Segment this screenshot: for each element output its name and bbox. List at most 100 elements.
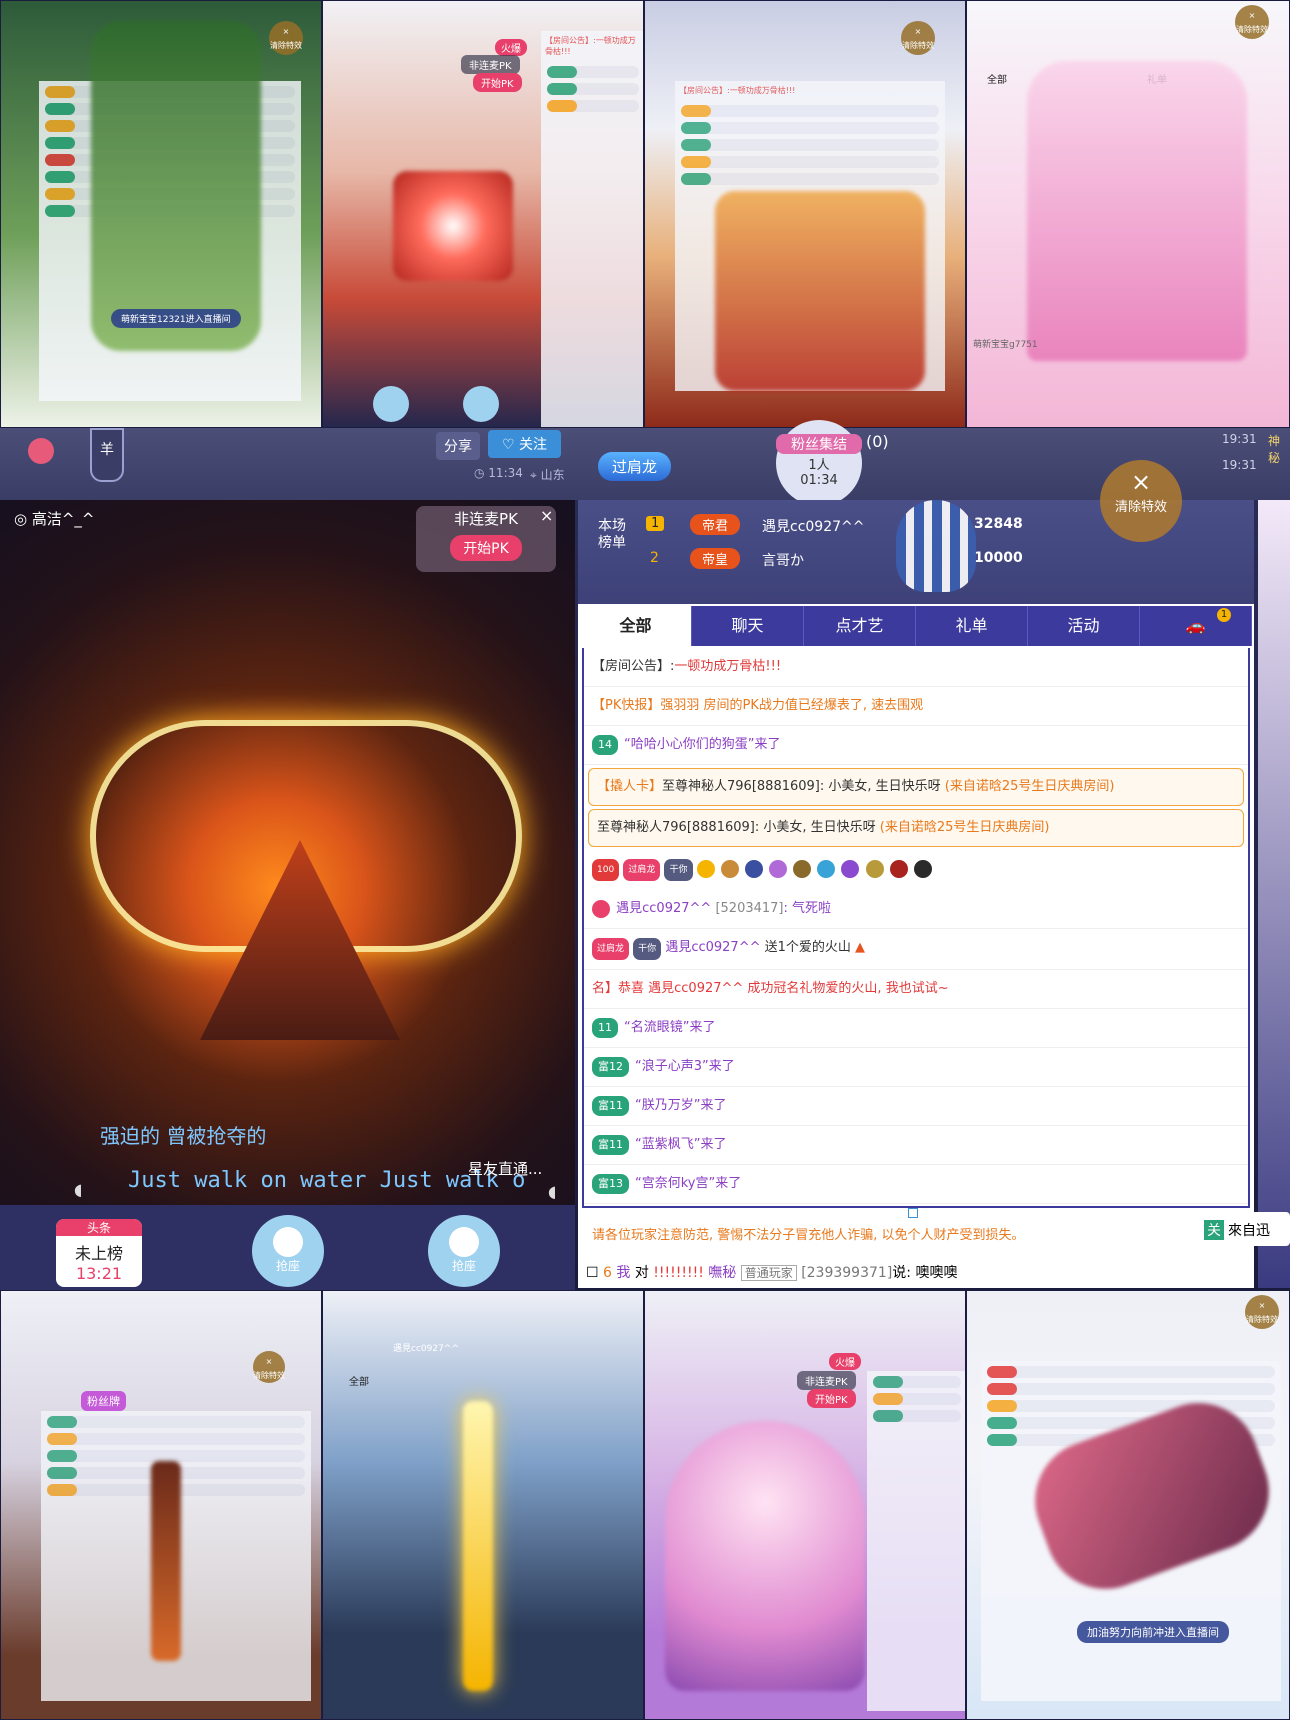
scroll-handle[interactable] <box>908 1208 918 1218</box>
tower-effect <box>463 1401 493 1691</box>
preview-chat: 【房间公告】:一顿功成万骨枯!!! <box>541 31 643 427</box>
rank-card[interactable]: 头条 未上榜 13:21 <box>56 1219 142 1287</box>
start-pk-button[interactable]: 开始PK <box>450 535 522 561</box>
v-icon <box>793 859 812 878</box>
enter-message: 富12 “浪子心声3”来了 <box>584 1048 1248 1087</box>
chat-messages[interactable]: 【房间公告】:一顿功成万骨枯!!! 【PK快报】强羽羽 房间的PK战力值已经爆表… <box>582 648 1250 1208</box>
pk-news: 【PK快报】强羽羽 房间的PK战力值已经爆表了, 速去围观 <box>584 687 1248 726</box>
enter-banner: 萌新宝宝12321进入直播间 <box>111 309 241 328</box>
clear-effects-button[interactable]: × 清除特效 <box>901 21 935 55</box>
seat-button[interactable]: 抢座 <box>252 1215 324 1287</box>
lyric-cn: 强迫的 曾被抢夺的 <box>100 1124 267 1148</box>
rank-name: 言哥か <box>762 553 804 569</box>
preview-tile-8[interactable]: × 清除特效 加油努力向前冲进入直播间 <box>966 1290 1290 1720</box>
tab-chat[interactable]: 聊天 <box>692 606 804 646</box>
volcano-icon: ▲ <box>855 940 866 955</box>
logo-icon: ◎ <box>14 510 32 528</box>
follow-button[interactable]: ♡ 关注 <box>488 430 562 458</box>
preview-tile-3[interactable]: 【房间公告】:一顿功成万骨枯!!! × 清除特效 <box>644 0 966 428</box>
preview-tile-7[interactable]: 火爆 非连麦PK 开始PK <box>644 1290 966 1720</box>
start-pk-button[interactable]: 开始PK <box>807 1389 856 1408</box>
pk-box: 非连麦PK 开始PK <box>416 506 556 572</box>
location-icon: ⌖ <box>530 468 541 482</box>
tab-car[interactable]: 🚗 1 <box>1140 606 1252 646</box>
preview-tile-6[interactable]: 全部 遇見cc0927^^ <box>322 1290 644 1720</box>
preview-chat <box>867 1371 965 1711</box>
palace-effect <box>715 191 925 391</box>
seat-button[interactable]: 抢座 <box>428 1215 500 1287</box>
preview-tile-4[interactable]: 全部 礼单 ×清除特效 萌新宝宝g7751 <box>966 0 1290 428</box>
watermark: 星友直通... <box>468 1160 543 1178</box>
avatar-icon <box>449 1227 479 1257</box>
right-side-panel <box>1258 500 1290 1288</box>
badge-row: 100 过肩龙 干你 <box>584 850 1248 890</box>
bamboo-effect <box>91 21 261 351</box>
tab-all[interactable]: 全部 <box>987 71 1007 86</box>
bottom-message: ☐ 6 我 对 !!!!!!!!! 嘸秘 普通玩家 [239399371]说: … <box>586 1265 958 1281</box>
love-volcano-effect <box>90 680 522 1040</box>
preview-tile-5[interactable]: 粉丝牌 × 清除特效 <box>0 1290 322 1720</box>
shield-icon <box>744 859 763 878</box>
avatar-icon <box>273 1227 303 1257</box>
volume-icon-right[interactable]: ◖ <box>548 1182 556 1201</box>
enter-message: 11 “名流眼镜”来了 <box>584 1009 1248 1048</box>
host-nickname[interactable]: 过肩龙 <box>598 452 672 481</box>
clear-effects-button[interactable]: × 清除特效 <box>269 21 303 55</box>
tab-all[interactable]: 全部 <box>580 606 692 646</box>
rank-name: 遇見cc0927^^ <box>762 519 865 535</box>
clear-effects-button[interactable]: × 清除特效 <box>1235 5 1269 39</box>
start-pk-button[interactable]: 开始PK <box>473 73 522 92</box>
close-icon[interactable]: × <box>540 506 553 525</box>
share-button[interactable]: 分享 <box>436 432 480 460</box>
volume-icon[interactable]: ◖ <box>74 1180 82 1199</box>
tab-gifts[interactable]: 礼单 <box>916 606 1028 646</box>
heart-badge-icon <box>592 899 610 918</box>
sword-effect <box>151 1461 181 1661</box>
title-message: 名】恭喜 遇見cc0927^^ 成功冠名礼物爱的火山, 我也试试~ <box>584 970 1248 1009</box>
top-bar: 羊 分享 ♡ 关注 ◷ 11:34 ⌖ 山东 过肩龙 粉丝集结 1人 01:34… <box>0 420 1290 506</box>
clear-effects-button[interactable]: × 清除特效 <box>1245 1295 1279 1329</box>
tab-badge: 1 <box>1217 608 1231 622</box>
fire-badge: 火爆 <box>829 1353 861 1370</box>
fraud-warning: 请各位玩家注意防范, 警惕不法分子冒充他人诈骗, 以免个人财产受到损失。 <box>592 1228 1025 1243</box>
ring-icon <box>817 859 836 878</box>
preview-tile-1[interactable]: × 清除特效 萌新宝宝12321进入直播间 <box>0 0 322 428</box>
rich-icon <box>913 859 932 878</box>
heart-icon: ♡ <box>502 437 520 453</box>
checkbox-icon[interactable]: ☐ <box>586 1265 603 1281</box>
invite-card[interactable]: 至尊神秘人796[8881609]: 小美女, 生日快乐呀 (来自诺晗25号生日… <box>588 809 1244 847</box>
clear-effects-button[interactable]: × 清除特效 <box>253 1351 285 1383</box>
preview-tile-2[interactable]: 火爆 非连麦PK 开始PK 【房间公告】:一顿功成万骨枯!!! <box>322 0 644 428</box>
speech-message: 遇見cc0927^^ [5203417]: 气死啦 <box>584 890 1248 929</box>
tab-all[interactable]: 全部 <box>349 1373 369 1388</box>
wings-icon <box>769 859 788 878</box>
star-icon <box>841 859 860 878</box>
chat-panel: 本场榜单 1 帝君 遇見cc0927^^ 32848 2 帝皇 言哥か 1000… <box>578 460 1254 1350</box>
tab-talent[interactable]: 点才艺 <box>804 606 916 646</box>
clock-icon: ◷ <box>474 466 489 480</box>
rank-score: 32848 <box>974 516 1023 532</box>
seat-bar: 头条 未上榜 13:21 抢座 抢座 <box>0 1205 575 1290</box>
clear-effects-button[interactable]: × 清除特效 <box>1100 460 1182 542</box>
seat-icon[interactable] <box>463 386 499 422</box>
seat-icon[interactable] <box>373 386 409 422</box>
announcement: 【房间公告】:一顿功成万骨枯!!! <box>584 648 1248 687</box>
gift-box-effect <box>393 171 513 281</box>
follow-source[interactable]: 关來自迅 <box>1200 1212 1290 1246</box>
live-room-main: 羊 分享 ♡ 关注 ◷ 11:34 ⌖ 山东 过肩龙 粉丝集结 1人 01:34… <box>0 420 1290 1350</box>
balloon-icon <box>28 438 54 464</box>
god-label: 神秘 <box>1268 434 1281 465</box>
dynamics-count: (0) <box>866 432 889 451</box>
video-stream[interactable]: ◎ 高洁^_^ 非连麦PK 开始PK × 强迫的 曾被抢夺的 Just walk… <box>0 500 575 1205</box>
pk-label: 非连麦PK <box>797 1371 856 1390</box>
ranking-panel: 本场榜单 1 帝君 遇見cc0927^^ 32848 2 帝皇 言哥か 1000… <box>578 460 1254 604</box>
fans-gathering[interactable]: 粉丝集结 1人 01:34 <box>776 420 862 506</box>
trophy-icon <box>865 859 884 878</box>
fire-badge: 火爆 <box>495 39 527 56</box>
gift-message: 过肩龙 干你 遇見cc0927^^ 送1个爱的火山 ▲ <box>584 929 1248 970</box>
enter-banner: 萌新宝宝g7751 <box>973 340 1038 350</box>
tab-events[interactable]: 活动 <box>1028 606 1140 646</box>
rank-number: 2 <box>650 550 659 566</box>
invite-card[interactable]: 【撬人卡】至尊神秘人796[8881609]: 小美女, 生日快乐呀 (来自诺晗… <box>588 768 1244 806</box>
rank-score: 10000 <box>974 550 1023 566</box>
